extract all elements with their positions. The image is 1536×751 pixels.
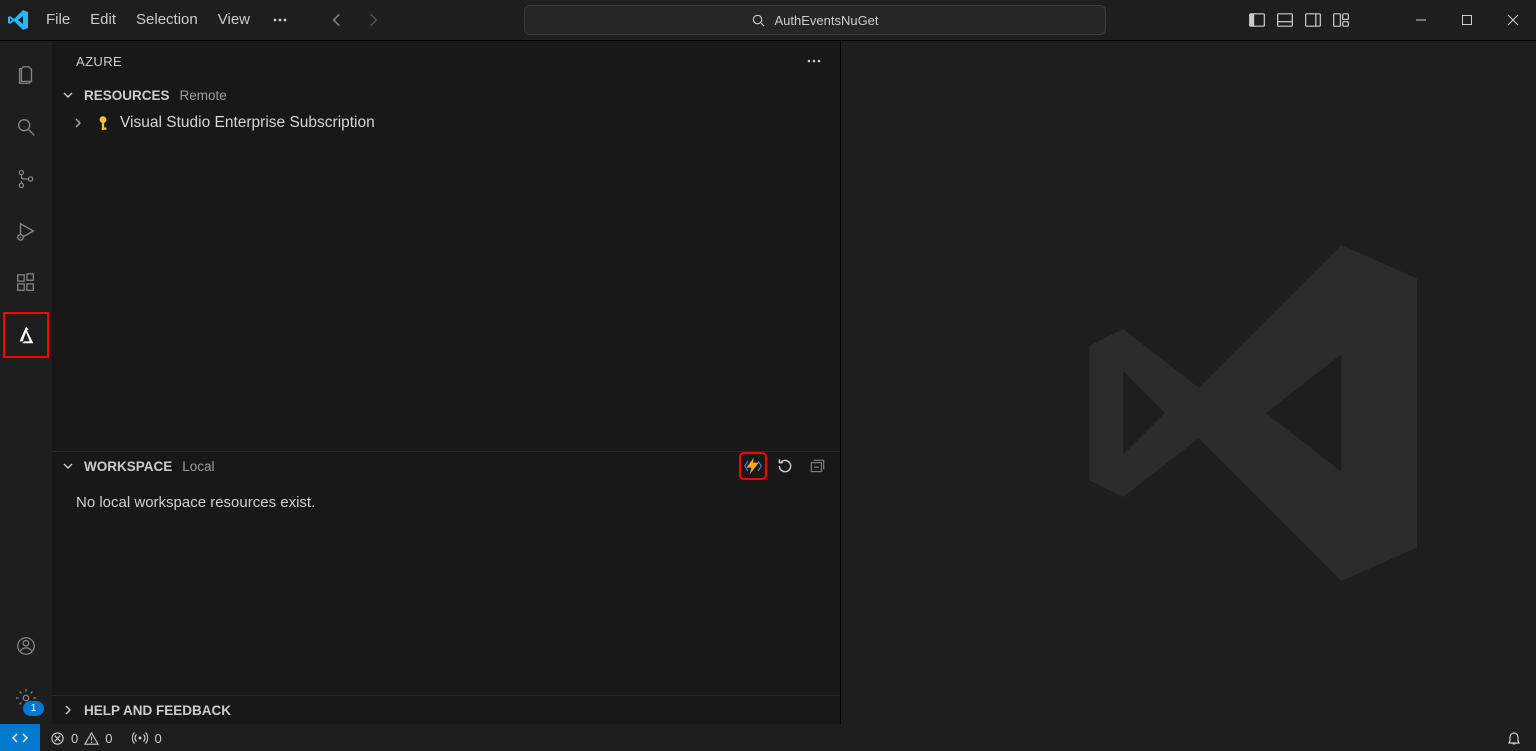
toggle-secondary-sidebar-icon[interactable] — [1304, 11, 1322, 29]
sidebar-title-text: AZURE — [76, 54, 122, 69]
customize-layout-icon[interactable] — [1332, 11, 1350, 29]
errors-count: 0 — [71, 731, 78, 746]
workspace-empty-message: No local workspace resources exist. — [52, 480, 840, 525]
menu-selection[interactable]: Selection — [126, 0, 208, 40]
help-section: HELP AND FEEDBACK — [52, 695, 840, 724]
help-title: HELP AND FEEDBACK — [84, 703, 231, 718]
chevron-down-icon — [60, 458, 76, 474]
subscription-label: Visual Studio Enterprise Subscription — [120, 114, 375, 132]
problems-status[interactable]: 0 0 — [40, 724, 122, 751]
nav-back[interactable] — [328, 11, 346, 29]
warnings-count: 0 — [105, 731, 112, 746]
menu-more[interactable] — [260, 0, 300, 40]
close-button[interactable] — [1490, 0, 1536, 40]
resources-section: RESOURCES Remote Visual Studio Enterpris… — [52, 81, 840, 451]
settings-badge: 1 — [23, 701, 44, 716]
resources-tag: Remote — [180, 88, 227, 103]
toggle-panel-icon[interactable] — [1276, 11, 1294, 29]
source-control-icon[interactable] — [0, 153, 52, 205]
run-debug-icon[interactable] — [0, 205, 52, 257]
chevron-right-icon — [60, 702, 76, 718]
notifications-icon[interactable] — [1492, 730, 1536, 746]
subscription-row[interactable]: Visual Studio Enterprise Subscription — [52, 109, 840, 137]
window-controls — [1398, 0, 1536, 40]
menu-edit[interactable]: Edit — [80, 0, 126, 40]
status-bar: 0 0 0 — [0, 724, 1536, 751]
menu-file[interactable]: File — [36, 0, 80, 40]
maximize-button[interactable] — [1444, 0, 1490, 40]
chevron-down-icon — [60, 87, 76, 103]
azure-functions-icon[interactable] — [740, 453, 766, 479]
collapse-all-icon[interactable] — [804, 453, 830, 479]
extensions-icon[interactable] — [0, 257, 52, 309]
workspace-header[interactable]: WORKSPACE Local — [52, 452, 840, 480]
settings-icon[interactable]: 1 — [0, 672, 52, 724]
search-icon[interactable] — [0, 101, 52, 153]
workbench: 1 AZURE RESOURCES Remote Visual Studio E… — [0, 41, 1536, 724]
workspace-section: WORKSPACE Local No local workspace resou… — [52, 451, 840, 695]
resources-title: RESOURCES — [84, 88, 170, 103]
refresh-icon[interactable] — [772, 453, 798, 479]
editor-area — [841, 41, 1536, 724]
workspace-title: WORKSPACE — [84, 459, 172, 474]
command-center[interactable]: AuthEventsNuGet — [524, 5, 1106, 35]
ports-status[interactable]: 0 — [122, 724, 171, 751]
azure-icon[interactable] — [0, 309, 52, 361]
minimize-button[interactable] — [1398, 0, 1444, 40]
remote-indicator[interactable] — [0, 724, 40, 751]
azure-sidebar: AZURE RESOURCES Remote Visual Studio Ent… — [52, 41, 841, 724]
resources-header[interactable]: RESOURCES Remote — [52, 81, 840, 109]
help-header[interactable]: HELP AND FEEDBACK — [52, 696, 840, 724]
chevron-right-icon — [70, 115, 86, 131]
main-menu: File Edit Selection View — [36, 0, 300, 40]
title-bar: File Edit Selection View AuthEventsNuGet — [0, 0, 1536, 41]
explorer-icon[interactable] — [0, 49, 52, 101]
workspace-tag: Local — [182, 459, 214, 474]
toggle-primary-sidebar-icon[interactable] — [1248, 11, 1266, 29]
sidebar-more-icon[interactable] — [788, 53, 840, 69]
command-center-text: AuthEventsNuGet — [774, 13, 878, 28]
nav-arrows — [328, 11, 382, 29]
ports-count: 0 — [154, 731, 161, 746]
vscode-watermark-icon — [841, 41, 1536, 724]
vscode-icon — [0, 8, 36, 32]
layout-controls — [1248, 11, 1380, 29]
nav-forward[interactable] — [364, 11, 382, 29]
sidebar-title: AZURE — [52, 41, 840, 81]
activity-bar: 1 — [0, 41, 52, 724]
accounts-icon[interactable] — [0, 620, 52, 672]
key-icon — [94, 114, 112, 132]
menu-view[interactable]: View — [208, 0, 260, 40]
